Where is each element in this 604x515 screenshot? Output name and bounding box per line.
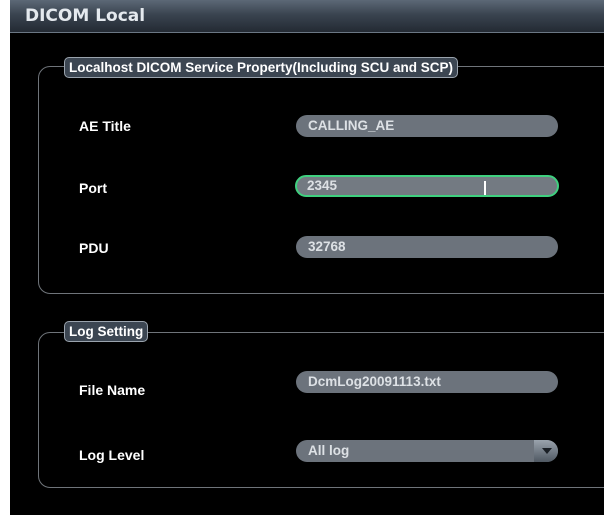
file-name-label: File Name — [79, 382, 146, 398]
port-label: Port — [79, 180, 107, 196]
window-title: DICOM Local — [25, 6, 146, 26]
port-field[interactable]: 2345 — [295, 175, 559, 197]
log-setting-legend: Log Setting — [64, 321, 149, 342]
log-setting-group — [38, 332, 604, 488]
log-level-select[interactable]: All log — [296, 440, 558, 462]
log-level-value: All log — [308, 443, 350, 458]
port-value: 2345 — [307, 178, 338, 193]
dicom-local-window: DICOM Local Localhost DICOM Service Prop… — [10, 0, 604, 515]
text-cursor-icon — [484, 181, 486, 195]
ae-title-field[interactable]: CALLING_AE — [296, 115, 558, 137]
service-property-legend: Localhost DICOM Service Property(Includi… — [64, 57, 459, 78]
ae-title-label: AE Title — [79, 118, 131, 134]
title-bar: DICOM Local — [10, 0, 604, 33]
chevron-down-icon[interactable] — [534, 440, 558, 462]
pdu-field[interactable]: 32768 — [296, 236, 558, 258]
file-name-field[interactable]: DcmLog20091113.txt — [296, 371, 558, 393]
pdu-label: PDU — [79, 240, 109, 256]
log-level-label: Log Level — [79, 447, 145, 463]
